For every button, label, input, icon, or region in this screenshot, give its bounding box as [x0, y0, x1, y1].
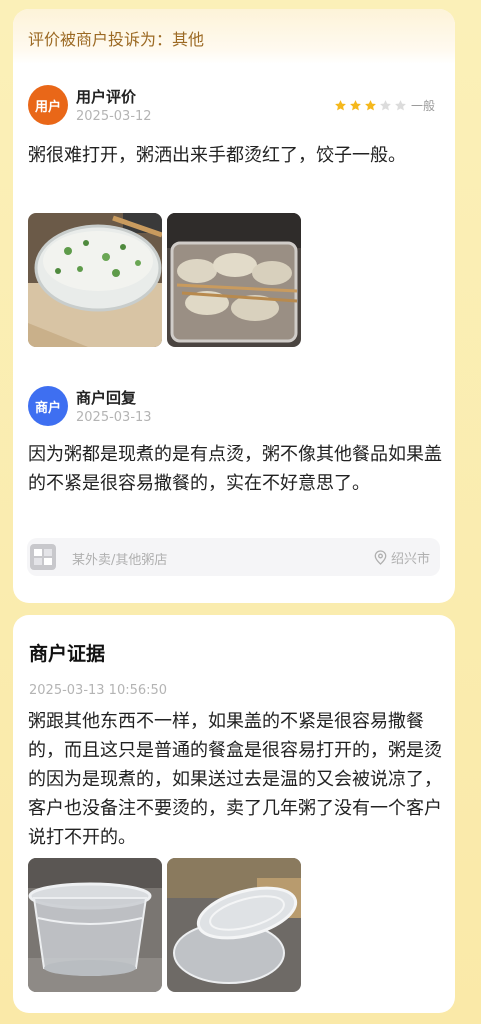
- location-pin-icon: [374, 550, 387, 565]
- star-icon: [350, 100, 361, 111]
- complaint-banner-text: 评价被商户投诉为：其他: [28, 30, 205, 49]
- store-location: 绍兴市: [374, 548, 430, 567]
- star-empty-icon: [395, 100, 406, 111]
- complaint-banner: 评价被商户投诉为：其他: [13, 9, 455, 64]
- store-name: 某外卖/其他粥店: [72, 553, 168, 568]
- review-text: 粥很难打开，粥洒出来手都烫红了，饺子一般。: [28, 145, 406, 166]
- star-icon: [365, 100, 376, 111]
- review-date: 2025-03-12: [76, 109, 152, 124]
- container-lid-photo[interactable]: [167, 858, 301, 992]
- star-empty-icon: [380, 100, 391, 111]
- review-author: 用户评价: [76, 88, 137, 106]
- reply-date: 2025-03-13: [76, 410, 152, 425]
- dumplings-box-photo[interactable]: [167, 213, 301, 347]
- reply-text: 因为粥都是现煮的是有点烫，粥不像其他餐品如果盖的不紧是很容易撒餐的，实在不好意思…: [28, 444, 442, 494]
- evidence-card: 商户证据 2025-03-13 10:56:50 粥跟其他东西不一样，如果盖的不…: [13, 615, 455, 1013]
- user-avatar: 用户: [28, 85, 68, 125]
- empty-container-photo[interactable]: [28, 858, 162, 992]
- rating-label: 一般: [410, 99, 435, 113]
- congee-bowl-photo[interactable]: [28, 213, 162, 347]
- store-info-bar[interactable]: 某外卖/其他粥店 绍兴市: [27, 538, 440, 576]
- evidence-text: 粥跟其他东西不一样，如果盖的不紧是很容易撒餐的，而且这只是普通的餐盒是很容易打开…: [28, 711, 442, 848]
- star-icon: [335, 100, 346, 111]
- evidence-title: 商户证据: [29, 643, 106, 665]
- rating-stars: 一般: [334, 97, 435, 114]
- review-card: 评价被商户投诉为：其他 用户 用户评价 2025-03-12 一般 粥很难打开，…: [13, 9, 455, 603]
- evidence-timestamp: 2025-03-13 10:56:50: [29, 683, 168, 698]
- store-location-text: 绍兴市: [390, 552, 430, 567]
- store-thumbnail-icon: [30, 544, 56, 570]
- merchant-avatar: 商户: [28, 386, 68, 426]
- reply-author: 商户回复: [76, 389, 137, 407]
